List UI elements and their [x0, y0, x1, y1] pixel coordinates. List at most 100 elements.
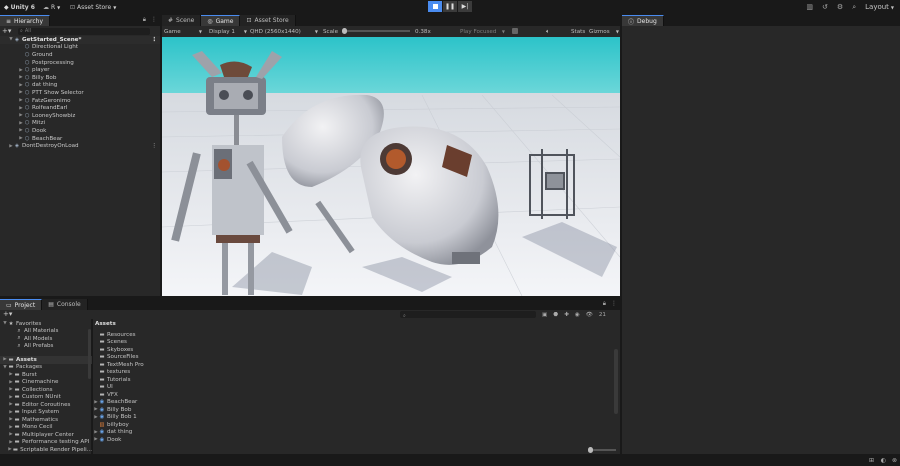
assets-root[interactable]: ▶ ▬ Assets [0, 356, 92, 364]
tab-console[interactable]: ▤ Console [42, 299, 88, 310]
package-item[interactable]: ▶ ▬ Burst [0, 371, 92, 379]
hierarchy-item[interactable]: ▶ ⬡ FatzGeronimo [0, 97, 160, 105]
lock-icon[interactable]: 🔒︎ [603, 300, 606, 308]
hierarchy-item[interactable]: ▶ ⬡ player [0, 66, 160, 74]
hierarchy-item[interactable]: ▶ ⬡ Mitzi [0, 120, 160, 128]
asset-store-button[interactable]: ⊡ Asset Store ▼ [70, 2, 116, 12]
package-item[interactable]: ▶ ▬ Multiplayer Center [0, 431, 92, 439]
search-icon[interactable]: ⌕ [852, 3, 856, 12]
add-button[interactable]: +▾ [2, 27, 12, 35]
hierarchy-item[interactable]: ▶ ⬡ PTT Show Selector [0, 89, 160, 97]
favorite-search-icon[interactable]: ✚ [564, 312, 569, 318]
gear-icon[interactable]: ⚙ [837, 3, 843, 11]
favorite-item[interactable]: ⌕ All Models [0, 335, 92, 343]
hierarchy-item[interactable]: ▶ ⬡ RolfeandEarl [0, 104, 160, 112]
tab-asset-store[interactable]: ⊡ Asset Store [240, 15, 296, 26]
asset-item[interactable]: ▶ ◉ dat thing [93, 429, 613, 437]
layout-dropdown[interactable]: Layout ▼ [865, 3, 894, 11]
more-icon[interactable]: ⋮ [611, 300, 617, 308]
favorites-header[interactable]: ▼ ★ Favorites [0, 320, 92, 328]
lock-icon[interactable]: 🔒︎ [143, 16, 146, 24]
hierarchy-item[interactable]: ▶ ⬡ BeachBear [0, 135, 160, 143]
hierarchy-item[interactable]: ▶ ⬡ LooneyShowbiz [0, 112, 160, 120]
folder-tree-scrollbar[interactable] [88, 329, 91, 379]
package-item[interactable]: ▶ ▬ Scriptable Render Pipeli... [0, 446, 92, 454]
play-focused-dropdown[interactable]: Play Focused ▼ [460, 29, 505, 35]
account-button[interactable]: ☁ R ▼ [43, 2, 60, 12]
package-item[interactable]: ▶ ▬ Mono Cecil [0, 424, 92, 432]
add-button[interactable]: +▾ [3, 310, 12, 318]
asset-item[interactable]: ▶ ◉ Dook [93, 436, 613, 444]
hierarchy-item[interactable]: ⬡ Ground [0, 51, 160, 59]
asset-item-label: dat thing [107, 429, 133, 436]
asset-item[interactable]: ▬ UI [93, 384, 613, 392]
search-by-label-icon[interactable]: ⬣ [553, 312, 558, 318]
status-settings-icon[interactable]: ⊗ [892, 457, 897, 464]
package-item[interactable]: ▶ ▬ Collections [0, 386, 92, 394]
assets-breadcrumb[interactable]: Assets [95, 320, 116, 328]
game-viewport[interactable] [162, 37, 620, 296]
tab-game[interactable]: ◎ Game [201, 15, 241, 26]
display-mode-dropdown[interactable]: Game ▼ [164, 29, 204, 35]
package-item[interactable]: ▶ ▬ Performance testing API [0, 439, 92, 447]
history-icon[interactable]: ↺ [822, 3, 828, 11]
package-item[interactable]: ▶ ▬ Mathematics [0, 416, 92, 424]
package-item[interactable]: ▶ ▬ Custom NUnit [0, 394, 92, 402]
tab-hierarchy[interactable]: ≡ Hierarchy [0, 15, 51, 26]
asset-item[interactable]: ▬ VFX [93, 391, 613, 399]
favorite-item[interactable]: ⌕ All Prefabs [0, 343, 92, 351]
hierarchy-search-input[interactable]: ⌕ All [18, 27, 150, 35]
asset-item[interactable]: ▬ Skyboxes [93, 346, 613, 354]
package-item[interactable]: ▶ ▬ Cinemachine [0, 379, 92, 387]
asset-size-slider-handle[interactable] [588, 447, 593, 453]
display-dropdown[interactable]: Display 1 ▼ [209, 29, 247, 35]
asset-item[interactable]: ▶ ◉ Billy Bob 1 [93, 414, 613, 422]
asset-item[interactable]: ▧ billyboy [93, 421, 613, 429]
package-item[interactable]: ▶ ▬ Input System [0, 409, 92, 417]
mute-toggle-icon[interactable] [512, 28, 518, 34]
step-button[interactable]: ▶| [458, 1, 472, 12]
audio-icon[interactable]: 🔈︎ [546, 28, 550, 36]
status-bug-icon[interactable]: ◐ [881, 457, 886, 464]
asset-item[interactable]: ▶ ◉ Billy Bob [93, 406, 613, 414]
packages-root[interactable]: ▼ ▬ Packages [0, 364, 92, 372]
package-item[interactable]: ▶ ▬ Editor Coroutines [0, 401, 92, 409]
asset-size-slider[interactable] [588, 447, 616, 453]
scale-slider-handle[interactable] [342, 28, 347, 34]
asset-item[interactable]: ▬ Tutorials [93, 376, 613, 384]
more-icon[interactable]: ⋮ [151, 16, 157, 24]
gizmos-dropdown[interactable]: Gizmos ▼ [589, 29, 619, 35]
more-icon[interactable]: ⋮ [151, 143, 157, 149]
asset-item[interactable]: ▬ SourceFiles [93, 354, 613, 362]
asset-item[interactable]: ▶ ◉ BeachBear [93, 399, 613, 407]
more-icon[interactable]: ⋮ [151, 37, 157, 43]
hierarchy-item[interactable]: ⬡ Directional Light [0, 44, 160, 52]
stop-button[interactable] [428, 1, 442, 12]
hierarchy-dontdestroy[interactable]: ▶ ◈ DontDestroyOnLoad ⋮ [0, 142, 160, 150]
hierarchy-item[interactable]: ▶ ⬡ Billy Bob [0, 74, 160, 82]
asset-item[interactable]: ▬ Scenes [93, 339, 613, 347]
asset-item[interactable]: ▬ textures [93, 369, 613, 377]
assets-scrollbar[interactable] [614, 349, 618, 414]
hierarchy-scene[interactable]: ▼ ◈ GetStarted_Scene* ⋮ [0, 36, 160, 44]
tab-scene[interactable]: # Scene [162, 15, 202, 26]
scale-slider[interactable] [342, 28, 410, 34]
pause-button[interactable]: ❚❚ [443, 1, 457, 12]
unity-account-button[interactable]: ◆ Unity 6 [4, 2, 35, 12]
search-by-type-icon[interactable]: ▣ [542, 312, 547, 318]
stats-button[interactable]: Stats [571, 29, 585, 35]
status-progress-icon[interactable]: ⊞ [869, 457, 874, 464]
asset-item[interactable]: ▬ Resources [93, 331, 613, 339]
hierarchy-item[interactable]: ▶ ⬡ dat thing [0, 82, 160, 90]
tab-debug[interactable]: ⓘ Debug [622, 15, 664, 26]
project-search-input[interactable]: ⌕ [400, 311, 536, 319]
hierarchy-item[interactable]: ⬡ Postprocessing [0, 59, 160, 67]
asset-item[interactable]: ▬ TextMesh Pro [93, 361, 613, 369]
favorite-item[interactable]: ⌕ All Materials [0, 328, 92, 336]
bars-icon[interactable]: ▥ [806, 3, 813, 11]
hierarchy-item[interactable]: ▶ ⬡ Dook [0, 127, 160, 135]
tab-project[interactable]: ▭ Project [0, 299, 43, 310]
eye-icon[interactable]: 👁︎ [586, 312, 593, 318]
resolution-dropdown[interactable]: QHD (2560x1440) ▼ [250, 29, 320, 35]
hidden-packages-icon[interactable]: ◉ [575, 312, 580, 318]
